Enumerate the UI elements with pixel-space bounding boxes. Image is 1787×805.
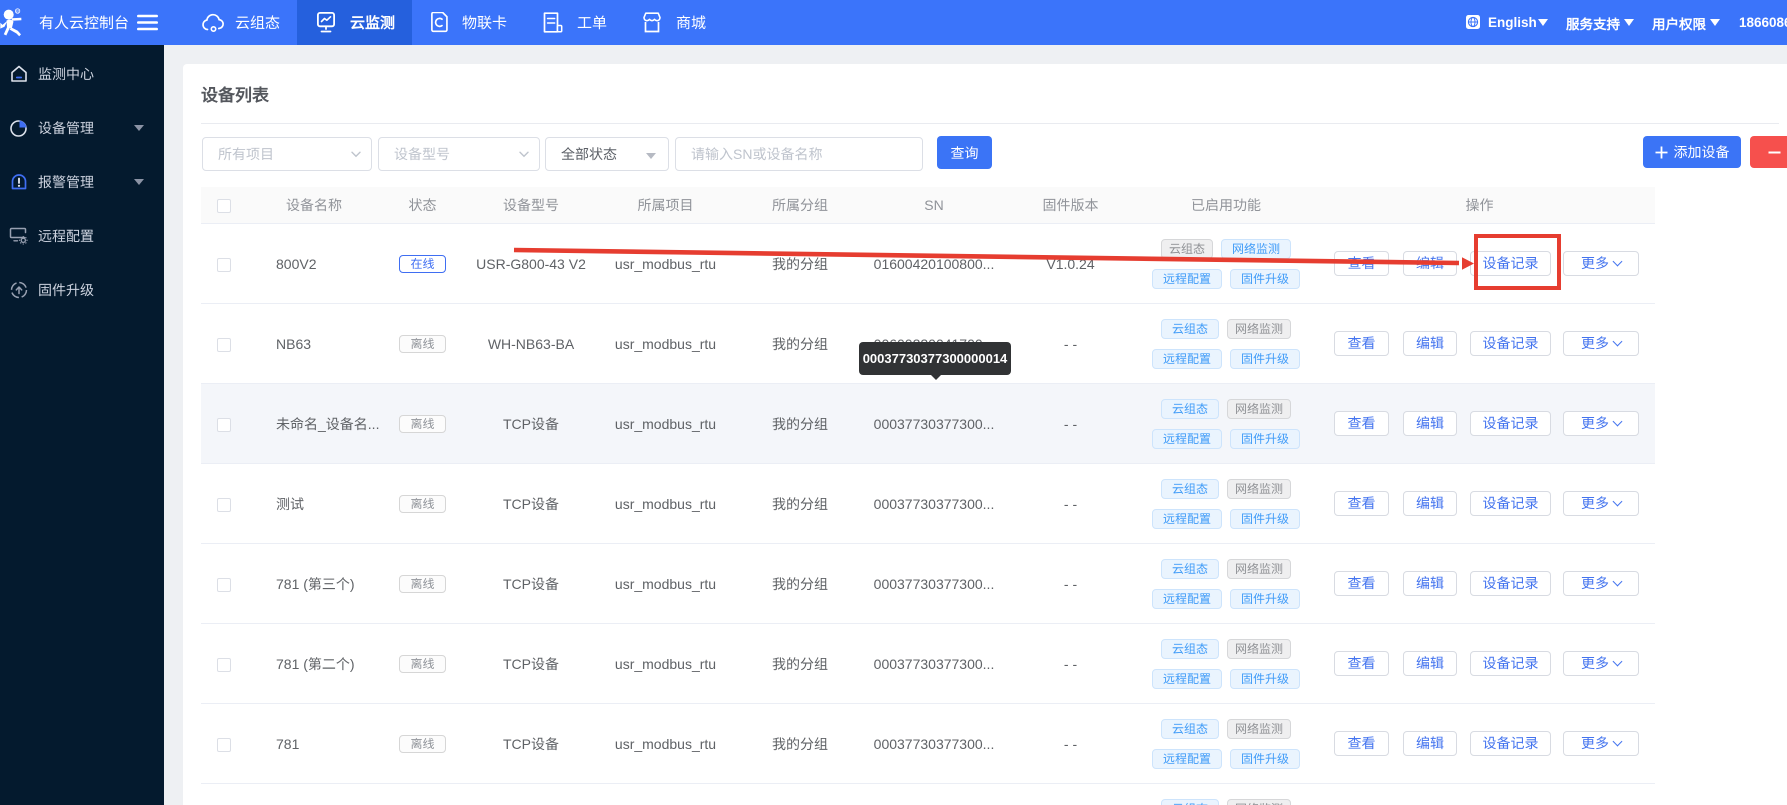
svg-text:R: R: [16, 10, 19, 14]
